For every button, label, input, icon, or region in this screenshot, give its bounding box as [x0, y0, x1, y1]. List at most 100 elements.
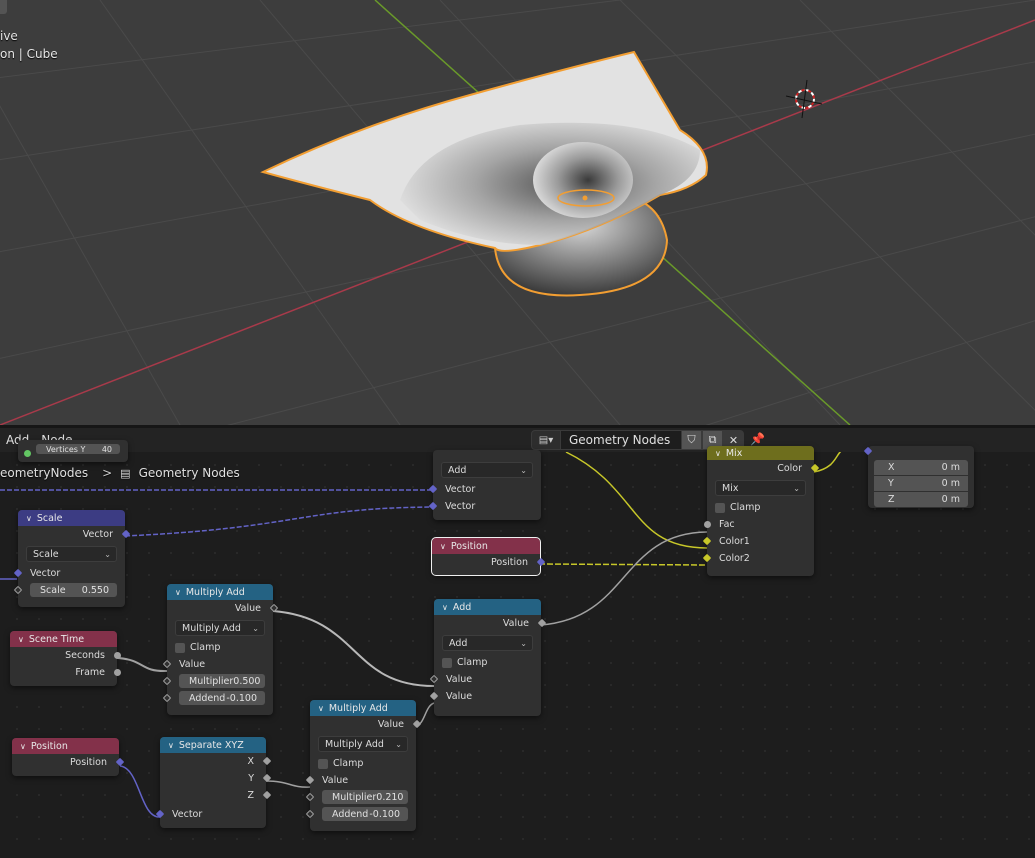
node-header[interactable]: ∨ Scene Time — [10, 631, 117, 647]
multiplier-field[interactable]: Multiplier 0.210 — [305, 789, 416, 806]
socket-value-in[interactable] — [429, 691, 438, 701]
mode-dropdown[interactable]: Scale ⌄ — [26, 546, 117, 562]
collapse-chevron-icon[interactable]: ∨ — [318, 704, 324, 713]
socket[interactable] — [24, 450, 31, 457]
socket-color2-in[interactable] — [702, 553, 711, 563]
node-header[interactable]: ∨ Position — [432, 538, 540, 554]
3d-viewport[interactable]: ive on | Cube — [0, 0, 1035, 425]
offset-x-field[interactable]: X 0 m — [874, 460, 968, 475]
node-multiply-add-2[interactable]: ∨ Multiply Add Value Multiply Add ⌄ Clamp … — [305, 700, 421, 831]
socket-vector-out[interactable] — [536, 557, 545, 567]
3d-cursor-icon[interactable] — [785, 79, 823, 119]
socket-label: Position — [491, 557, 528, 568]
clamp-checkbox[interactable] — [442, 657, 452, 668]
socket-value-in[interactable] — [305, 792, 314, 802]
chevron-down-icon: ⌄ — [520, 638, 527, 648]
collapse-chevron-icon[interactable]: ∨ — [26, 514, 32, 523]
node-scale[interactable]: ∨ Scale Vector Scale ⌄ Vector Scale 0.550 — [13, 510, 130, 607]
socket-y-out[interactable] — [262, 773, 271, 783]
node-header[interactable]: ∨ Multiply Add — [167, 584, 273, 600]
collapse-chevron-icon[interactable]: ∨ — [18, 635, 24, 644]
multiplier-field[interactable]: Multiplier 0.500 — [162, 673, 273, 690]
socket-value-in[interactable] — [429, 674, 438, 684]
node-multiply-add-1[interactable]: ∨ Multiply Add Value Multiply Add ⌄ Clamp … — [162, 584, 278, 715]
mode-dropdown[interactable]: Multiply Add ⌄ — [318, 736, 408, 752]
clamp-checkbox[interactable] — [715, 502, 725, 513]
socket-value-out[interactable] — [269, 603, 278, 613]
toolbar-handle[interactable] — [0, 0, 7, 14]
node-vector-add[interactable]: Add ⌄ Vector Vector — [428, 450, 541, 520]
node-offset[interactable]: X 0 m Y 0 m Z 0 m — [863, 446, 974, 508]
collapse-chevron-icon[interactable]: ∨ — [168, 741, 174, 750]
node-position-selected[interactable]: ∨ Position Position — [431, 537, 545, 576]
collapse-chevron-icon[interactable]: ∨ — [20, 742, 26, 751]
node-position[interactable]: ∨ Position Position — [12, 738, 124, 776]
socket-value-out[interactable] — [412, 719, 421, 729]
socket-color-out[interactable] — [810, 463, 819, 473]
node-mix[interactable]: ∨ Mix Color Mix ⌄ Clamp Fac Color1 Color2 — [702, 446, 819, 576]
pin-icon[interactable]: 📌 — [750, 432, 765, 446]
mode-dropdown[interactable]: Add ⌄ — [442, 635, 533, 651]
breadcrumb-modifier[interactable]: eometryNodes — [0, 466, 88, 480]
node-header[interactable]: ∨ Add — [434, 599, 541, 615]
twisted-mesh[interactable] — [260, 50, 708, 297]
addend-field[interactable]: Addend -0.100 — [305, 806, 416, 823]
mode-dropdown[interactable]: Multiply Add ⌄ — [175, 620, 265, 636]
socket-vector-out[interactable] — [121, 529, 130, 539]
node-title: Position — [30, 740, 68, 752]
node-header[interactable]: ∨ Position — [12, 738, 119, 754]
clamp-checkbox-row[interactable]: Clamp — [167, 639, 273, 656]
fake-user-button[interactable]: ⛉ — [681, 430, 702, 450]
socket-seconds-out[interactable] — [113, 652, 121, 659]
node-separate-xyz[interactable]: ∨ Separate XYZ X Y Z Vector — [155, 737, 271, 828]
socket-vector-in[interactable] — [428, 484, 437, 494]
clamp-checkbox-row[interactable]: Clamp — [310, 755, 416, 772]
breadcrumb: eometryNodes > ▤ Geometry Nodes — [0, 466, 240, 480]
node-header[interactable]: ∨ Multiply Add — [310, 700, 416, 716]
collapse-chevron-icon[interactable]: ∨ — [715, 449, 721, 458]
mode-dropdown[interactable]: Add ⌄ — [441, 462, 533, 478]
clamp-checkbox-row[interactable]: Clamp — [707, 499, 814, 516]
node-header[interactable]: ∨ Mix — [707, 446, 814, 460]
socket-vector-in[interactable] — [155, 809, 164, 819]
socket-vector-out[interactable] — [115, 757, 124, 767]
socket-value-in[interactable] — [162, 676, 171, 686]
clamp-checkbox-row[interactable]: Clamp — [434, 654, 541, 671]
node-grid-partial[interactable]: Vertices Y 40 — [18, 440, 128, 462]
socket-label: Vector — [172, 809, 203, 820]
socket-vector-in[interactable] — [428, 501, 437, 511]
breadcrumb-tree[interactable]: Geometry Nodes — [139, 466, 240, 480]
socket-color1-in[interactable] — [702, 536, 711, 546]
node-header[interactable]: ∨ Separate XYZ — [160, 737, 266, 753]
socket-x-out[interactable] — [262, 756, 271, 766]
node-header[interactable]: ∨ Scale — [18, 510, 125, 526]
mode-dropdown[interactable]: Mix ⌄ — [715, 480, 806, 496]
field-value: 0 m — [941, 478, 960, 489]
clamp-checkbox[interactable] — [318, 758, 328, 769]
socket-value-in[interactable] — [162, 659, 171, 669]
socket-value-in[interactable] — [13, 585, 22, 595]
collapse-chevron-icon[interactable]: ∨ — [175, 588, 181, 597]
node-editor[interactable]: Add Node ▤▾ Geometry Nodes ⛉ ⧉ ✕ 📌 Verti… — [0, 428, 1035, 858]
clamp-checkbox[interactable] — [175, 642, 185, 653]
collapse-chevron-icon[interactable]: ∨ — [442, 603, 448, 612]
scale-field[interactable]: Scale 0.550 — [13, 582, 125, 599]
socket-vector-in[interactable] — [13, 568, 22, 578]
collapse-chevron-icon[interactable]: ∨ — [440, 542, 446, 551]
node-tree-name-field[interactable]: Geometry Nodes — [561, 430, 681, 450]
blender-window: ive on | Cube Add Node ▤▾ Geometry Nodes — [0, 0, 1035, 858]
node-scene-time[interactable]: ∨ Scene Time Seconds Frame — [10, 631, 121, 686]
addend-field[interactable]: Addend -0.100 — [162, 690, 273, 707]
socket-z-out[interactable] — [262, 790, 271, 800]
socket-fac-in[interactable] — [703, 521, 711, 528]
offset-z-field[interactable]: Z 0 m — [874, 492, 968, 507]
node-add[interactable]: ∨ Add Value Add ⌄ Clamp Value Value — [429, 599, 546, 716]
socket-value-in[interactable] — [305, 809, 314, 819]
socket-value-out[interactable] — [537, 618, 546, 628]
socket-frame-out[interactable] — [113, 669, 121, 676]
socket-value-in[interactable] — [305, 775, 314, 785]
offset-y-field[interactable]: Y 0 m — [874, 476, 968, 491]
node-tree-type-button[interactable]: ▤▾ — [531, 430, 561, 450]
socket-value-in[interactable] — [162, 693, 171, 703]
field-label: Addend — [332, 808, 369, 820]
